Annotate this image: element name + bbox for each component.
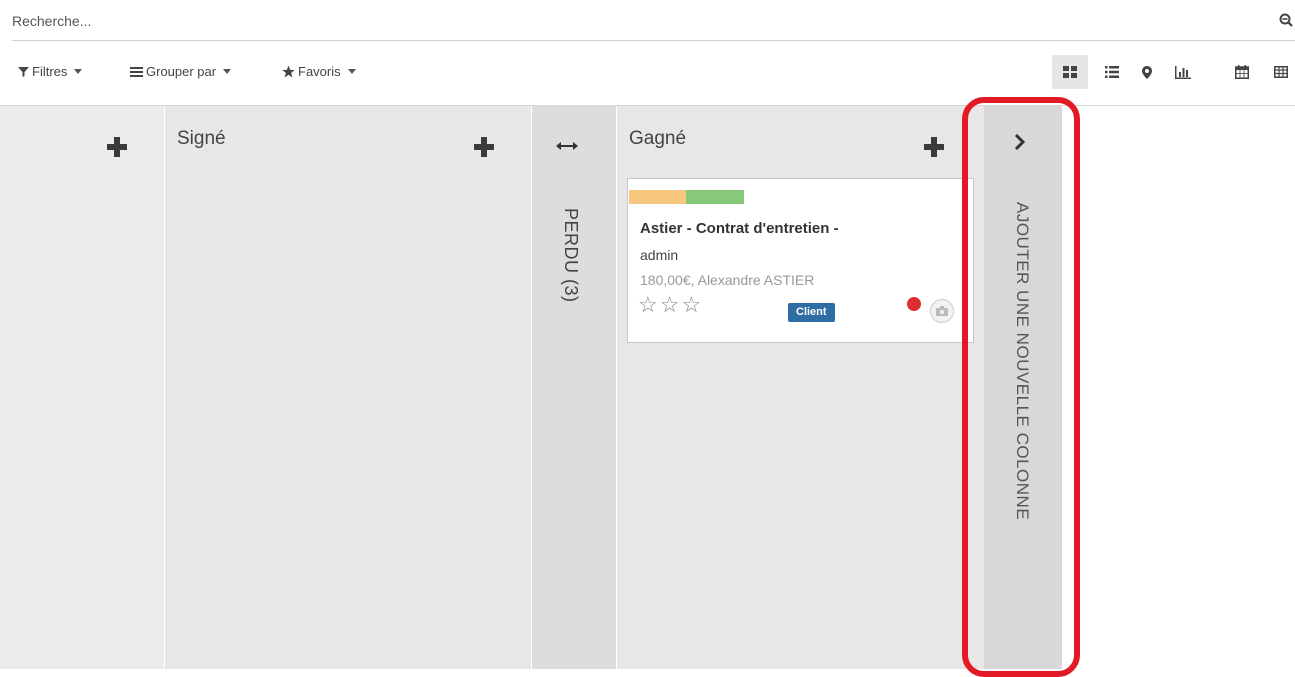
calendar-view-button[interactable]: [1224, 55, 1260, 89]
camera-icon: [936, 306, 948, 316]
card-salesperson: admin: [640, 247, 679, 263]
calendar-icon: [1235, 65, 1249, 79]
search-icon[interactable]: [1279, 13, 1293, 27]
kanban-card[interactable]: Astier - Contrat d'entretien - admin 180…: [627, 178, 974, 343]
kanban-icon: [1063, 66, 1077, 78]
card-revenue-customer: 180,00€, Alexandre ASTIER: [640, 272, 815, 288]
list-view-button[interactable]: [1094, 55, 1130, 89]
filters-label: Filtres: [32, 64, 68, 79]
filters-dropdown[interactable]: Filtres: [18, 64, 83, 79]
quick-create-button[interactable]: [924, 137, 944, 157]
priority-stars[interactable]: ☆ ☆ ☆: [638, 294, 701, 316]
avatar: [930, 299, 954, 323]
star-outline-icon[interactable]: ☆: [638, 294, 658, 316]
tag-color-bar: [686, 190, 744, 204]
expand-arrows-icon[interactable]: [556, 141, 578, 151]
group-by-dropdown[interactable]: Grouper par: [130, 64, 232, 79]
bars-icon: [130, 67, 143, 77]
card-title: Astier - Contrat d'entretien -: [640, 220, 839, 237]
favorites-dropdown[interactable]: Favoris: [282, 64, 356, 79]
list-icon: [1105, 66, 1119, 78]
kanban-column-folded-perdu[interactable]: PERDU (3): [532, 106, 616, 669]
chevron-down-icon: [74, 69, 83, 74]
search-input[interactable]: [12, 9, 1272, 33]
star-icon: [282, 65, 295, 78]
tag-badge: Client: [788, 303, 835, 322]
pivot-view-button[interactable]: [1263, 55, 1295, 89]
search-bar: [0, 0, 1295, 42]
table-icon: [1274, 66, 1288, 78]
folded-column-label: PERDU (3): [561, 208, 581, 303]
chevron-down-icon: [223, 69, 232, 74]
tag-color-bar: [629, 190, 686, 204]
star-outline-icon[interactable]: ☆: [681, 294, 701, 316]
control-panel: Filtres Grouper par Favoris: [0, 52, 1295, 96]
column-title[interactable]: Gagné: [629, 128, 686, 150]
search-underline: [12, 40, 1295, 41]
highlight-outline: [962, 97, 1080, 677]
kanban-state-indicator[interactable]: [907, 297, 921, 311]
map-marker-icon: [1142, 65, 1152, 79]
kanban-column-signe: Signé: [165, 106, 531, 669]
quick-create-button[interactable]: [474, 137, 494, 157]
quick-create-button[interactable]: [107, 137, 127, 157]
kanban-column-partial: [0, 106, 164, 669]
map-view-button[interactable]: [1129, 55, 1165, 89]
chevron-down-icon: [347, 69, 356, 74]
column-title[interactable]: Signé: [177, 128, 226, 150]
graph-view-button[interactable]: [1165, 55, 1201, 89]
star-outline-icon[interactable]: ☆: [660, 294, 680, 316]
bar-chart-icon: [1175, 65, 1191, 79]
group-by-label: Grouper par: [146, 64, 217, 79]
filter-icon: [18, 67, 29, 77]
favorites-label: Favoris: [298, 64, 341, 79]
kanban-view-button[interactable]: [1052, 55, 1088, 89]
